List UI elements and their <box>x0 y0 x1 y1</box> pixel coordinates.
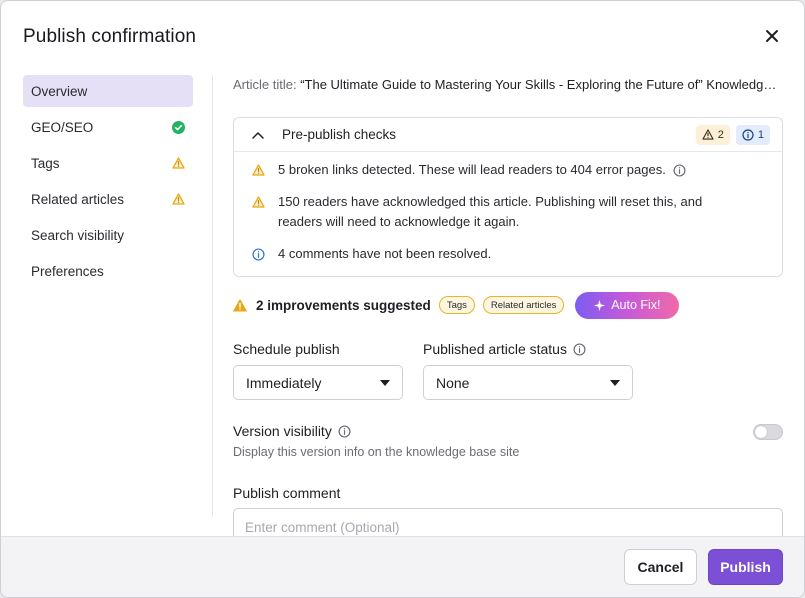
check-text: 150 readers have acknowledged this artic… <box>278 194 703 229</box>
sidebar-item-label: Search visibility <box>31 227 125 243</box>
article-status-label: Published article status <box>423 341 586 357</box>
article-status-value: None <box>436 374 470 391</box>
sidebar-item-label: Overview <box>31 83 88 99</box>
info-icon <box>742 128 754 141</box>
info-icon <box>252 244 266 264</box>
schedule-publish-label-text: Schedule publish <box>233 341 340 357</box>
article-status-select[interactable]: None <box>423 365 633 400</box>
warning-icon <box>252 192 266 212</box>
version-visibility-toggle[interactable] <box>753 424 783 440</box>
improvements-text: 2 improvements suggested <box>256 297 431 313</box>
article-status-label-text: Published article status <box>423 341 567 357</box>
info-icon[interactable] <box>573 342 586 356</box>
warning-icon <box>252 160 266 180</box>
info-count: 1 <box>757 128 764 141</box>
sidebar-item-label: Tags <box>31 155 60 171</box>
publish-comment-label-text: Publish comment <box>233 485 341 501</box>
dialog-title: Publish confirmation <box>23 26 197 47</box>
toggle-knob <box>755 426 767 438</box>
sidebar-item-preferences[interactable]: Preferences <box>23 255 193 287</box>
dialog-footer: Cancel Publish <box>1 536 804 597</box>
publish-dialog: Publish confirmation Overview GEO/SEO Ta… <box>0 0 805 598</box>
publish-button[interactable]: Publish <box>708 549 783 585</box>
schedule-publish-select[interactable]: Immediately <box>233 365 403 400</box>
warning-filled-icon <box>233 298 247 312</box>
checks-title: Pre-publish checks <box>282 127 397 142</box>
check-text: 5 broken links detected. These will lead… <box>278 162 666 177</box>
sidebar-item-label: GEO/SEO <box>31 119 94 135</box>
warning-icon <box>171 192 185 206</box>
warning-icon <box>171 156 185 170</box>
sidebar-item-search-visibility[interactable]: Search visibility <box>23 219 193 251</box>
caret-down-icon <box>610 379 620 386</box>
cancel-button[interactable]: Cancel <box>624 549 697 585</box>
article-title-label: Article title: <box>233 77 297 92</box>
warning-icon <box>702 129 714 140</box>
improvement-chip-related-articles[interactable]: Related articles <box>482 296 565 314</box>
check-item: 4 comments have not been resolved. <box>252 244 752 264</box>
auto-fix-button[interactable]: Auto Fix! <box>575 291 680 319</box>
check-item: 5 broken links detected. These will lead… <box>252 160 752 180</box>
schedule-publish-label: Schedule publish <box>233 341 340 357</box>
version-visibility-label-text: Version visibility <box>233 423 332 439</box>
version-visibility-description: Display this version info on the knowled… <box>233 445 520 459</box>
article-title-value: “The Ultimate Guide to Mastering Your Sk… <box>300 77 781 92</box>
publish-comment-label: Publish comment <box>233 485 340 501</box>
sidebar-item-label: Preferences <box>31 263 104 279</box>
warning-count: 2 <box>717 128 724 141</box>
auto-fix-label: Auto Fix! <box>611 298 661 312</box>
sidebar-item-label: Related articles <box>31 191 125 207</box>
caret-down-icon <box>380 379 390 386</box>
schedule-publish-value: Immediately <box>246 374 322 391</box>
improvements-row: 2 improvements suggested Tags Related ar… <box>233 291 680 319</box>
version-visibility-label: Version visibility <box>233 423 351 439</box>
info-icon[interactable] <box>338 424 351 438</box>
checks-header[interactable]: Pre-publish checks 2 1 <box>234 118 782 152</box>
info-icon[interactable] <box>673 160 686 180</box>
sidebar-item-tags[interactable]: Tags <box>23 147 193 179</box>
sidebar-item-related-articles[interactable]: Related articles <box>23 183 193 215</box>
check-item: 150 readers have acknowledged this artic… <box>252 192 742 232</box>
sidebar: Overview GEO/SEO Tags Related articles S… <box>23 75 193 291</box>
close-icon[interactable] <box>761 25 783 47</box>
check-circle-icon <box>171 120 185 134</box>
info-count-badge: 1 <box>735 124 770 145</box>
chevron-up-icon[interactable] <box>252 128 266 142</box>
warning-count-badge: 2 <box>695 124 730 145</box>
improvement-chip-tags[interactable]: Tags <box>438 296 475 314</box>
sparkle-icon <box>594 299 606 311</box>
sidebar-item-overview[interactable]: Overview <box>23 75 193 107</box>
sidebar-item-geo-seo[interactable]: GEO/SEO <box>23 111 193 143</box>
check-text: 4 comments have not been resolved. <box>278 246 492 261</box>
pre-publish-checks-panel: Pre-publish checks 2 1 5 broken links de… <box>233 117 783 277</box>
article-title: Article title: “The Ultimate Guide to Ma… <box>233 77 781 92</box>
sidebar-divider <box>212 75 213 517</box>
